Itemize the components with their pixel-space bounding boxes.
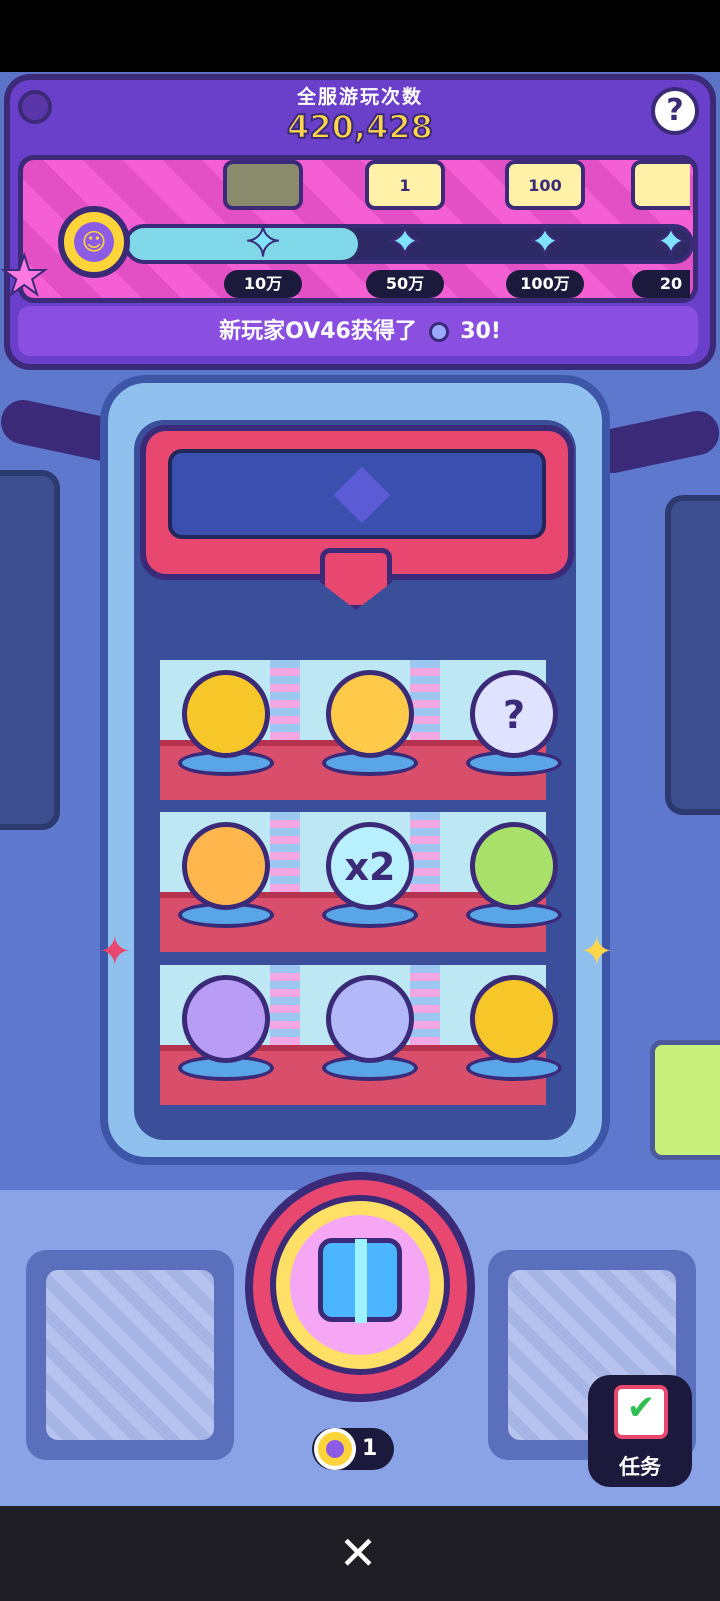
- milestone-4[interactable]: ✦ 20: [626, 160, 690, 300]
- milestone-threshold: 100万: [506, 270, 584, 298]
- dog-icon: [326, 670, 414, 758]
- background-gift-icon: [650, 1040, 720, 1160]
- chest-icon: 1: [365, 160, 445, 210]
- milestone-star-icon: ✦: [244, 217, 281, 266]
- gift-icon: [318, 1238, 402, 1323]
- cat-icon: [470, 822, 558, 910]
- background-box-left: [26, 1250, 234, 1460]
- status-bar: [0, 0, 720, 72]
- ticket-icon: [223, 160, 303, 210]
- help-button[interactable]: ?: [651, 87, 699, 135]
- chicken-icon: [182, 822, 270, 910]
- x2-ticket-item: x2: [322, 822, 418, 932]
- candy-icon: [470, 975, 558, 1063]
- game-screen: 全服游玩次数 420,428 ? ☺ ✦ 10万 1 ✦ 50万 100 ✦ 1…: [0, 0, 720, 1601]
- candy-icon: [182, 670, 270, 758]
- milestone-threshold: 10万: [224, 270, 302, 298]
- check-icon: ✔: [626, 1388, 656, 1428]
- cat-avatar-icon: ☺: [58, 206, 130, 278]
- background-panel-left: [0, 470, 60, 830]
- milestone-star-icon: ✦: [386, 217, 423, 266]
- decor-star-icon: ★: [0, 244, 49, 307]
- capsule-icon: [182, 975, 270, 1063]
- background-panel-right: [665, 495, 720, 815]
- close-icon[interactable]: ✕: [335, 1530, 381, 1576]
- milestone-star-icon: ✦: [652, 217, 689, 266]
- task-label: 任务: [619, 1455, 661, 1479]
- milestone-3[interactable]: 100 ✦ 100万: [500, 160, 590, 300]
- gold-candy-item-2: [466, 975, 562, 1085]
- sparkle-icon: ✦: [580, 929, 614, 975]
- global-play-count: 420,428: [286, 107, 434, 147]
- milestone-threshold: 20: [632, 270, 690, 298]
- chicken-badge-item: [178, 822, 274, 932]
- gem-icon: [326, 975, 414, 1063]
- token-coin-icon: [314, 1428, 356, 1470]
- gold-candy-item: [178, 670, 274, 780]
- global-play-title: 全服游玩次数: [296, 86, 423, 108]
- gift-icon: [631, 160, 690, 210]
- capsule-item: [178, 975, 274, 1085]
- cat-badge-item: [466, 822, 562, 932]
- ticket-icon: x2: [326, 822, 414, 910]
- gem-icon: 100: [505, 160, 585, 210]
- mystery-box-item: ?: [466, 670, 562, 780]
- news-amount: 30!: [460, 319, 501, 344]
- milestone-1[interactable]: ✦ 10万: [218, 160, 308, 300]
- milestone-threshold: 50万: [366, 270, 444, 298]
- gem-icon: [428, 322, 449, 342]
- news-prefix: 新玩家OV46获得了: [219, 319, 417, 344]
- question-box-icon: ?: [470, 670, 558, 758]
- gems-item: [322, 975, 418, 1085]
- milestone-star-icon: ✦: [526, 217, 563, 266]
- token-count: 1: [362, 1436, 378, 1461]
- news-message: 新玩家OV46获得了 30!: [0, 313, 720, 345]
- sparkle-icon: ✦: [98, 929, 132, 975]
- milestone-2[interactable]: 1 ✦ 50万: [360, 160, 450, 300]
- dog-badge-item: [322, 670, 418, 780]
